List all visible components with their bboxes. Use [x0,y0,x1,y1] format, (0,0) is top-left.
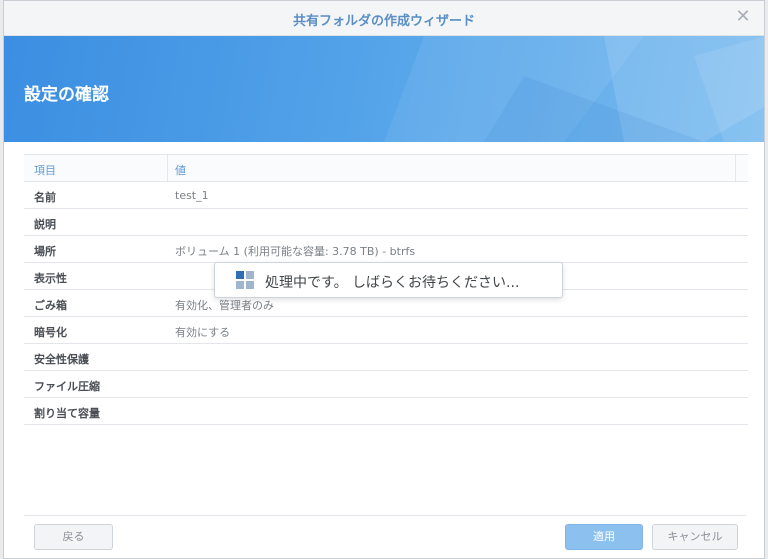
row-value: 有効化、管理者のみ [175,299,274,312]
title-bar: 共有フォルダの作成ウィザード ✕ [4,1,764,36]
loading-spinner-icon [236,271,254,289]
page-title: 設定の確認 [24,85,109,105]
row-key: 安全性保護 [34,353,89,366]
cancel-button[interactable]: キャンセル [652,524,738,550]
row-key: 説明 [34,218,56,231]
column-divider [735,155,736,181]
table-header: 項目 値 [24,155,748,182]
loading-overlay: 処理中です。 しばらくお待ちください... [214,262,563,298]
window-title: 共有フォルダの作成ウィザード [292,14,475,29]
row-value: 有効にする [175,326,231,339]
row-value: test_1 [175,189,209,202]
column-divider [167,155,168,181]
row-key: ごみ箱 [34,299,67,312]
table-row: 名前 test_1 [24,182,748,209]
loading-message: 処理中です。 しばらくお待ちください... [265,275,520,291]
banner-pattern [384,36,764,142]
table-row: 場所 ボリューム 1 (利用可能な容量: 3.78 TB) - btrfs [24,236,748,263]
back-button[interactable]: 戻る [34,524,113,550]
table-row: 暗号化 有効にする [24,317,748,344]
table-row: ファイル圧縮 [24,371,748,398]
table-row: 安全性保護 [24,344,748,371]
apply-button[interactable]: 適用 [565,524,643,550]
row-value: ボリューム 1 (利用可能な容量: 3.78 TB) - btrfs [175,245,416,258]
table-row: 説明 [24,209,748,236]
row-key: 場所 [34,245,56,258]
wizard-dialog: 共有フォルダの作成ウィザード ✕ 設定の確認 項目 値 名前 test_1 説明… [3,0,765,559]
row-key: 割り当て容量 [34,407,100,420]
header-banner: 設定の確認 [4,36,764,142]
row-key: 名前 [34,191,56,204]
row-key: 暗号化 [34,326,67,339]
row-key: 表示性 [34,272,67,285]
column-header-item: 項目 [34,164,56,177]
table-row: 割り当て容量 [24,398,748,425]
footer-divider [24,515,746,516]
close-icon[interactable]: ✕ [734,8,752,26]
column-header-value: 値 [175,164,186,177]
row-key: ファイル圧縮 [34,380,100,393]
